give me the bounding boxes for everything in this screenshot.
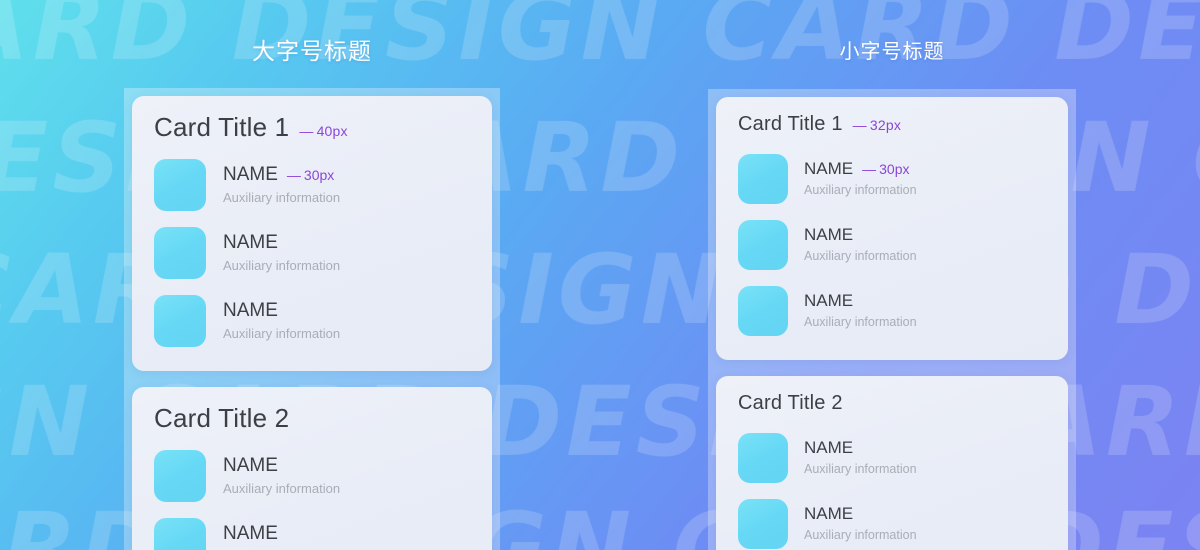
avatar xyxy=(154,159,206,211)
annotation-dash: — xyxy=(299,123,314,139)
list-item[interactable]: NAME —30px Auxiliary information xyxy=(154,153,472,217)
list-item-name: NAME xyxy=(223,231,340,254)
list-item-name-label: NAME xyxy=(223,522,278,544)
card-title-size-annotation: —40px xyxy=(299,123,347,139)
avatar xyxy=(738,499,788,549)
annotation-dash: — xyxy=(852,117,867,133)
list-item-text: NAME Auxiliary information xyxy=(223,299,341,341)
card-title-label: Card Title 2 xyxy=(738,392,843,414)
card-title-size-annotation: —32px xyxy=(853,117,901,133)
annotation-value: 40px xyxy=(316,123,348,139)
annotation-value: 30px xyxy=(879,161,910,178)
list-item-aux: Auxiliary information xyxy=(804,461,917,476)
list-item-name: NAME xyxy=(804,439,917,458)
column-title-small: 小字号标题 xyxy=(839,41,945,63)
list-item-name: NAME xyxy=(804,505,917,524)
column-large: 大字号标题 Card Title 1—40px NAME —30px Auxiliary… xyxy=(124,0,500,550)
list-item-name: NAME —30px xyxy=(223,163,340,186)
card-title: Card Title 2 xyxy=(738,392,1048,415)
list-item-aux: Auxiliary information xyxy=(223,480,341,496)
card[interactable]: Card Title 2 NAME Auxiliary information NAM… xyxy=(716,376,1068,550)
list-item[interactable]: NAME Auxiliary information xyxy=(154,289,472,353)
list-item-name: NAME xyxy=(223,299,340,322)
card-title: Card Title 1 —32px xyxy=(738,113,1048,136)
list-item-text: NAME Auxiliary information xyxy=(223,231,341,273)
avatar xyxy=(154,227,206,279)
list-item-name: NAME —30px xyxy=(804,160,917,179)
card[interactable]: Card Title 1—32px NAME —30px Auxiliary info… xyxy=(716,97,1068,360)
list-item-name-label: NAME xyxy=(223,299,278,321)
list-item-name-label: NAME xyxy=(804,159,854,179)
column-title-large: 大字号标题 xyxy=(252,38,372,64)
card-design-stage: 大字号标题 Card Title 1—40px NAME —30px Auxiliary… xyxy=(0,0,1200,550)
list-item-aux: Auxiliary information xyxy=(223,325,341,341)
list-item-aux: Auxiliary information xyxy=(804,527,917,542)
list-item-aux: Auxiliary information xyxy=(804,248,917,263)
card-panel: Card Title 1—32px NAME —30px Auxiliary info… xyxy=(708,89,1076,550)
column-small: 小字号标题 Card Title 1—32px NAME —30px Auxiliary… xyxy=(708,0,1076,550)
list-item-text: NAME —30px Auxiliary information xyxy=(804,160,917,197)
list-item-name-label: NAME xyxy=(804,291,854,311)
card-title-label: Card Title 1 xyxy=(738,113,843,135)
avatar xyxy=(154,518,206,550)
list-item[interactable]: NAME Auxiliary information xyxy=(738,493,1048,550)
card[interactable]: Card Title 1—40px NAME —30px Auxiliary info… xyxy=(132,96,492,371)
list-item-aux: Auxiliary information xyxy=(804,314,917,329)
card-title-label: Card Title 2 xyxy=(154,403,290,433)
list-item[interactable]: NAME Auxiliary information xyxy=(738,280,1048,342)
list-item-text: NAME Auxiliary information xyxy=(804,505,917,542)
avatar xyxy=(154,450,206,502)
list-item-text: NAMEAuxiliary information xyxy=(223,522,340,550)
list-item-aux: Auxiliary information xyxy=(804,182,917,197)
list-item-name: NAME xyxy=(804,226,917,245)
avatar xyxy=(154,295,206,347)
list-item[interactable]: NAME Auxiliary information xyxy=(738,427,1048,489)
list-item-name-label: NAME xyxy=(223,231,278,253)
annotation-value: 30px xyxy=(303,166,335,183)
avatar xyxy=(738,286,788,336)
card-title: Card Title 1 —40px xyxy=(154,112,472,143)
list-item-name: NAME xyxy=(804,292,917,311)
list-item[interactable]: NAME —30px Auxiliary information xyxy=(738,148,1048,210)
annotation-dash: — xyxy=(862,161,877,178)
annotation-value: 32px xyxy=(869,117,902,133)
avatar xyxy=(738,220,788,270)
list-item-text: NAME Auxiliary information xyxy=(223,454,341,496)
card-title: Card Title 2 xyxy=(154,403,472,434)
list-item-name: NAME xyxy=(223,522,340,545)
list-item-name-label: NAME xyxy=(804,225,854,245)
list-item-size-annotation: —30px xyxy=(286,166,335,183)
list-item-size-annotation: —30px xyxy=(862,162,909,177)
list-item-text: NAME Auxiliary information xyxy=(804,292,917,329)
list-item[interactable]: NAME Auxiliary information xyxy=(154,444,472,508)
avatar xyxy=(738,154,788,204)
annotation-dash: — xyxy=(286,166,301,183)
card-panel: Card Title 1—40px NAME —30px Auxiliary info… xyxy=(124,88,500,550)
list-item-name: NAME xyxy=(223,454,340,477)
list-item[interactable]: NAME Auxiliary information xyxy=(154,221,472,285)
list-item-aux: Auxiliary information xyxy=(223,257,341,273)
list-item[interactable]: NAME Auxiliary information xyxy=(738,214,1048,276)
list-item[interactable]: NAMEAuxiliary information xyxy=(154,512,472,550)
list-item-name-label: NAME xyxy=(223,163,278,185)
card-title-label: Card Title 1 xyxy=(154,112,290,142)
list-item-aux: Auxiliary information xyxy=(223,189,341,205)
list-item-text: NAME —30px Auxiliary information xyxy=(223,163,341,205)
list-item-name-label: NAME xyxy=(223,454,278,476)
avatar xyxy=(738,433,788,483)
list-item-text: NAME Auxiliary information xyxy=(804,226,917,263)
list-item-text: NAME Auxiliary information xyxy=(804,439,917,476)
list-item-name-label: NAME xyxy=(804,504,854,524)
list-item-name-label: NAME xyxy=(804,438,854,458)
card[interactable]: Card Title 2 NAME Auxiliary information NAM… xyxy=(132,387,492,550)
